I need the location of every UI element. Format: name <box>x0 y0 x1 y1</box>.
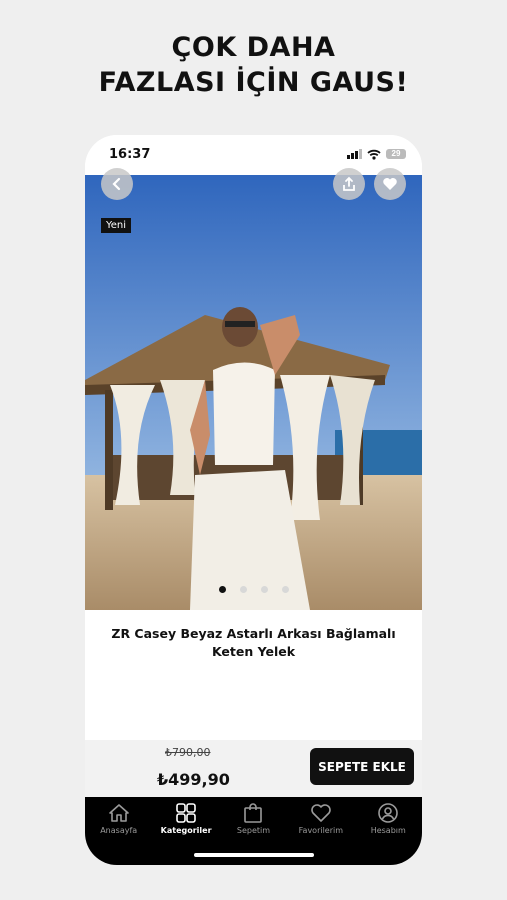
tab-label: Hesabım <box>370 826 406 835</box>
favorite-button[interactable] <box>374 168 406 200</box>
user-icon <box>378 803 399 823</box>
product-title-line-2: Keten Yelek <box>211 644 296 659</box>
tab-bar: Anasayfa Kategoriler Sepetim Favorilerim… <box>85 797 422 865</box>
share-button[interactable] <box>333 168 365 200</box>
tab-favorites[interactable]: Favorilerim <box>289 803 353 835</box>
tab-label: Anasayfa <box>100 826 138 835</box>
tab-categories[interactable]: Kategoriler <box>154 803 218 835</box>
promo-line-2: FAZLASI İÇİN GAUS! <box>98 67 409 98</box>
wifi-icon <box>367 149 381 160</box>
back-button[interactable] <box>101 168 133 200</box>
tab-label: Kategoriler <box>160 826 212 835</box>
new-badge: Yeni <box>101 218 132 233</box>
heart-icon <box>311 804 331 822</box>
heart-icon <box>383 178 397 190</box>
image-pager[interactable] <box>85 586 422 593</box>
product-title-line-1: ZR Casey Beyaz Astarlı Arkası Bağlamalı <box>111 626 396 641</box>
tab-label: Favorilerim <box>298 826 344 835</box>
tab-cart[interactable]: Sepetim <box>221 803 285 835</box>
phone-frame: 16:37 29 Yeni ZR Casey Beyaz Astarlı Ark… <box>85 135 422 865</box>
tab-label: Sepetim <box>236 826 271 835</box>
old-price: ₺790,00 <box>165 746 211 759</box>
pager-dot[interactable] <box>260 586 268 593</box>
status-bar: 16:37 29 <box>85 135 422 175</box>
status-time: 16:37 <box>109 147 151 162</box>
bag-icon <box>244 803 263 823</box>
status-icons: 29 <box>347 148 406 160</box>
promo-headline: ÇOK DAHA FAZLASI İÇİN GAUS! <box>0 30 507 100</box>
battery-icon: 29 <box>386 149 406 159</box>
price-bar: ₺790,00 ₺499,90 SEPETE EKLE <box>85 740 422 797</box>
tab-home[interactable]: Anasayfa <box>87 803 151 835</box>
add-to-cart-button[interactable]: SEPETE EKLE <box>310 748 414 785</box>
product-image[interactable] <box>85 175 422 610</box>
tab-account[interactable]: Hesabım <box>356 803 420 835</box>
home-icon <box>108 804 129 822</box>
product-title: ZR Casey Beyaz Astarlı Arkası Bağlamalı … <box>105 625 402 661</box>
share-icon <box>343 176 355 191</box>
pager-dot[interactable] <box>281 586 289 593</box>
pager-dot[interactable] <box>218 586 226 593</box>
promo-line-1: ÇOK DAHA <box>171 32 336 63</box>
pager-dot[interactable] <box>239 586 247 593</box>
signal-icon <box>347 149 362 159</box>
current-price: ₺499,90 <box>157 770 230 789</box>
product-photo <box>85 175 422 610</box>
chevron-left-icon <box>112 177 121 191</box>
grid-icon <box>176 803 196 823</box>
home-indicator <box>194 853 314 857</box>
